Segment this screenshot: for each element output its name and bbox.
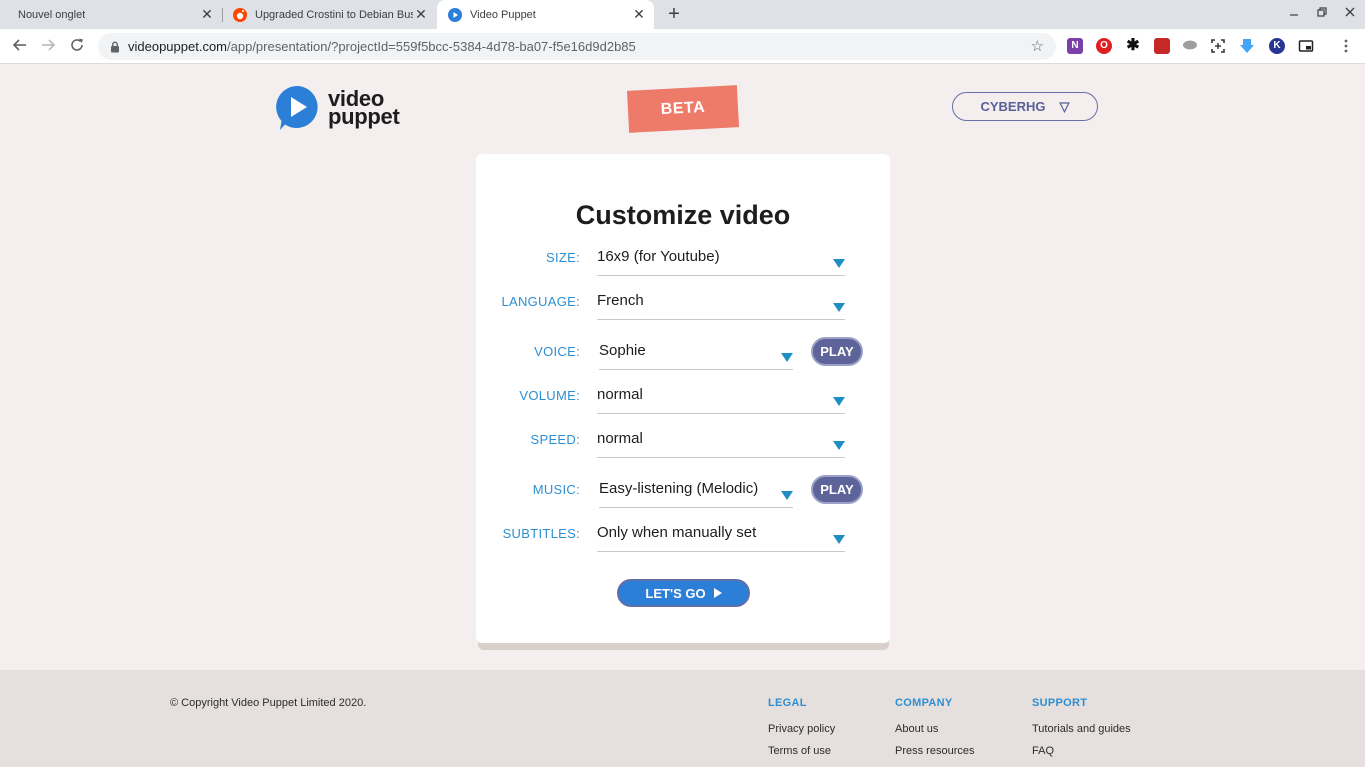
screenshot-extension-icon[interactable] — [1210, 38, 1226, 54]
tab-video-puppet[interactable]: Video Puppet ✕ — [437, 0, 654, 29]
tab-title: Nouvel onglet — [18, 8, 86, 21]
address-bar[interactable]: videopuppet.com/app/presentation/?projec… — [98, 33, 1056, 60]
username: CYBERHG — [980, 99, 1046, 114]
language-value: French — [597, 292, 644, 309]
faq-link[interactable]: FAQ — [1032, 745, 1131, 757]
url-path: /app/presentation/?projectId=559f5bcc-53… — [227, 39, 636, 54]
voice-value: Sophie — [599, 342, 646, 359]
size-select[interactable]: 16x9 (for Youtube) — [597, 246, 845, 276]
tutorials-link[interactable]: Tutorials and guides — [1032, 723, 1131, 735]
lets-go-button[interactable]: LET'S GO — [617, 579, 750, 607]
press-resources-link[interactable]: Press resources — [895, 745, 974, 757]
footer-company-column: COMPANY About us Press resources — [895, 697, 974, 757]
dropdown-arrow-icon — [833, 441, 845, 450]
terms-of-use-link[interactable]: Terms of use — [768, 745, 835, 757]
onenote-extension-icon[interactable]: N — [1067, 38, 1083, 54]
dropdown-arrow-icon — [833, 303, 845, 312]
volume-label: VOLUME: — [519, 388, 580, 403]
minimize-icon[interactable] — [1286, 6, 1302, 20]
speed-label: SPEED: — [530, 432, 580, 447]
logo-line-puppet: puppet — [328, 104, 400, 129]
play-voice-button[interactable]: PLAY — [811, 337, 863, 366]
language-select[interactable]: French — [597, 290, 845, 320]
bookmark-star-icon[interactable]: ☆ — [1031, 37, 1044, 55]
beta-badge: BETA — [626, 85, 740, 133]
forward-icon[interactable] — [39, 37, 57, 55]
close-tab-icon[interactable]: ✕ — [632, 7, 646, 21]
footer-support-heading: SUPPORT — [1032, 697, 1088, 709]
video-puppet-favicon-icon — [448, 7, 462, 22]
back-icon[interactable] — [11, 37, 29, 55]
new-tab-icon[interactable]: + — [664, 4, 684, 24]
privacy-policy-link[interactable]: Privacy policy — [768, 723, 835, 735]
tab-title: Upgraded Crostini to Debian Bus — [255, 8, 413, 21]
lock-icon — [110, 41, 120, 53]
lets-go-label: LET'S GO — [645, 585, 706, 601]
browser-tab-bar: Nouvel onglet ✕ Upgraded Crostini to Deb… — [0, 0, 1365, 29]
copyright-text: © Copyright Video Puppet Limited 2020. — [170, 697, 367, 709]
voice-label: VOICE: — [534, 344, 580, 359]
tab-new-tab[interactable]: Nouvel onglet ✕ — [8, 0, 222, 29]
voice-select[interactable]: Sophie — [599, 340, 793, 370]
restore-icon[interactable] — [1314, 6, 1330, 20]
opera-extension-icon[interactable]: O — [1096, 38, 1112, 54]
picture-in-picture-icon[interactable] — [1298, 38, 1314, 54]
music-select[interactable]: Easy-listening (Melodic) — [599, 478, 793, 508]
dropdown-triangle-icon: ▽ — [1059, 98, 1070, 114]
url-text: videopuppet.com/app/presentation/?projec… — [128, 39, 636, 54]
user-menu-button[interactable]: CYBERHG ▽ — [952, 92, 1098, 121]
reload-icon[interactable] — [68, 37, 86, 55]
footer-legal-column: LEGAL Privacy policy Terms of use — [768, 697, 835, 757]
dropdown-arrow-icon — [781, 353, 793, 362]
volume-select[interactable]: normal — [597, 384, 845, 414]
tab-reddit[interactable]: Upgraded Crostini to Debian Bus ✕ — [224, 0, 436, 29]
k-extension-icon[interactable]: K — [1269, 38, 1285, 54]
footer-support-column: SUPPORT Tutorials and guides FAQ — [1032, 697, 1131, 757]
close-tab-icon[interactable]: ✕ — [414, 7, 428, 21]
reddit-icon — [233, 7, 247, 22]
footer-company-heading: COMPANY — [895, 697, 953, 709]
volume-value: normal — [597, 386, 643, 403]
book-extension-icon[interactable] — [1154, 38, 1170, 54]
play-music-button[interactable]: PLAY — [811, 475, 863, 504]
dropdown-arrow-icon — [833, 535, 845, 544]
footer-legal-heading: LEGAL — [768, 697, 807, 709]
size-label: SIZE: — [545, 250, 580, 265]
close-window-icon[interactable] — [1342, 6, 1358, 20]
url-host: videopuppet.com — [128, 39, 228, 54]
play-bubble-icon — [275, 85, 319, 131]
close-tab-icon[interactable]: ✕ — [200, 7, 214, 21]
dropdown-arrow-icon — [833, 397, 845, 406]
download-extension-icon[interactable] — [1239, 38, 1255, 54]
page-title: Customize video — [575, 200, 791, 230]
about-us-link[interactable]: About us — [895, 723, 974, 735]
footer: © Copyright Video Puppet Limited 2020. L… — [0, 670, 1365, 767]
browser-toolbar: videopuppet.com/app/presentation/?projec… — [0, 29, 1365, 64]
chat-extension-icon[interactable] — [1182, 38, 1198, 54]
speed-value: normal — [597, 430, 643, 447]
subtitles-label: SUBTITLES: — [502, 526, 580, 541]
subtitles-select[interactable]: Only when manually set — [597, 522, 845, 552]
music-label: MUSIC: — [532, 482, 580, 497]
video-puppet-logo[interactable]: video puppet — [275, 85, 400, 131]
tab-separator — [222, 8, 223, 22]
language-label: LANGUAGE: — [501, 294, 580, 309]
tab-title: Video Puppet — [470, 8, 536, 21]
asterisk-extension-icon[interactable]: ✱ — [1125, 38, 1141, 54]
menu-icon[interactable] — [1338, 38, 1354, 54]
size-value: 16x9 (for Youtube) — [597, 248, 720, 265]
music-value: Easy-listening (Melodic) — [599, 480, 759, 497]
dropdown-arrow-icon — [781, 491, 793, 500]
speed-select[interactable]: normal — [597, 428, 845, 458]
play-arrow-icon — [713, 588, 722, 598]
subtitles-value: Only when manually set — [597, 524, 757, 541]
dropdown-arrow-icon — [833, 259, 845, 268]
logo-wordmark: video puppet — [328, 88, 400, 129]
customize-video-card: Customize video SIZE: 16x9 (for Youtube)… — [476, 154, 890, 643]
